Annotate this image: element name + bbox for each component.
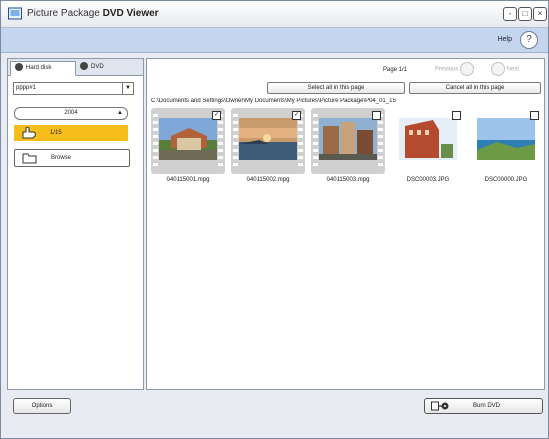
dvd-icon — [80, 62, 88, 71]
help-label: Help — [497, 36, 512, 43]
year-selector[interactable]: 2004 ▲ — [14, 107, 128, 120]
film-strip — [233, 114, 238, 168]
thumbnail-photo-4[interactable] — [391, 108, 465, 174]
previous-label: Previous — [435, 66, 459, 73]
thumbnail-video-1[interactable]: ✓ — [151, 108, 225, 174]
burn-dvd-button[interactable]: Burn DVD — [424, 398, 543, 414]
hard-disk-icon — [15, 63, 23, 72]
previous-arrow-icon — [460, 62, 475, 76]
previous-button[interactable]: Previous — [435, 62, 475, 76]
bottom-bar: Options Burn DVD — [1, 390, 548, 438]
window-title: Picture Package DVD Viewer — [27, 8, 159, 19]
thumbnail-video-2[interactable]: ✓ — [231, 108, 305, 174]
thumbnail-video-3[interactable] — [311, 108, 385, 174]
title-bold: DVD Viewer — [102, 8, 159, 19]
source-panel: Hard disk DVD pppp#1 ▼ 2004 ▲ 1/15 Brows… — [7, 58, 144, 390]
tab-hard-disk[interactable]: Hard disk — [10, 61, 76, 76]
chevron-down-icon: ▼ — [122, 83, 133, 94]
select-checkbox[interactable]: ✓ — [292, 111, 301, 120]
help-icon[interactable]: ? — [520, 31, 538, 49]
dvd-viewer-icon — [8, 7, 22, 20]
date-folder-label: 1/15 — [50, 130, 62, 136]
page-indicator: Page 1/1 — [383, 67, 408, 73]
source-tabs: Hard disk DVD — [8, 59, 143, 76]
tab-dvd[interactable]: DVD — [76, 61, 136, 74]
thumbnail-caption: 040115003.mpg — [326, 177, 370, 183]
next-label: Next — [506, 66, 520, 73]
select-checkbox[interactable] — [452, 111, 461, 120]
thumbnail-photo-5[interactable] — [469, 108, 543, 174]
burn-dvd-icon — [431, 401, 449, 411]
minimize-button[interactable]: - — [503, 7, 517, 21]
restore-button[interactable]: □ — [518, 7, 532, 21]
cancel-all-button[interactable]: Cancel all in this page — [409, 82, 541, 94]
chevron-up-icon: ▲ — [117, 110, 123, 116]
select-checkbox[interactable] — [372, 111, 381, 120]
video-thumbnail-image — [159, 118, 217, 160]
close-button[interactable]: × — [533, 7, 547, 21]
burn-dvd-label: Burn DVD — [473, 403, 501, 409]
thumbnail-panel: Page 1/1 Previous Next Select all in thi… — [146, 58, 545, 390]
video-thumbnail-image — [239, 118, 297, 160]
film-strip — [378, 114, 383, 168]
folder-select[interactable]: pppp#1 ▼ — [13, 82, 134, 95]
film-strip — [313, 114, 318, 168]
tab-hard-disk-label: Hard disk — [26, 65, 52, 71]
next-arrow-icon — [491, 62, 505, 76]
next-button[interactable]: Next — [491, 62, 519, 76]
select-all-button[interactable]: Select all in this page — [267, 82, 405, 94]
thumbnail-caption: DSC00000.JPG — [484, 177, 528, 183]
tab-dvd-label: DVD — [91, 64, 104, 70]
thumbnail-caption: 040115002.mpg — [246, 177, 290, 183]
thumbnail-caption: 040115001.mpg — [166, 177, 210, 183]
browse-label: Browse — [51, 155, 72, 161]
date-folder-item[interactable]: 1/15 — [14, 125, 128, 141]
film-strip — [153, 114, 158, 168]
select-checkbox[interactable]: ✓ — [212, 111, 221, 120]
year-label: 2004 — [64, 110, 78, 116]
header-banner: Help ? — [1, 28, 548, 53]
folder-icon — [22, 153, 37, 164]
browse-button[interactable]: Browse — [14, 149, 130, 167]
hand-pointer-icon — [22, 126, 36, 139]
folder-select-value: pppp#1 — [16, 85, 37, 91]
app-window: Picture Package DVD Viewer - □ × Help ? … — [0, 0, 549, 439]
photo-thumbnail-image — [477, 118, 535, 160]
video-thumbnail-image — [319, 118, 377, 160]
photo-thumbnail-image — [399, 118, 457, 160]
thumbnail-caption: DSC00003.JPG — [406, 177, 450, 183]
options-button[interactable]: Options — [13, 398, 71, 414]
film-strip — [218, 114, 223, 168]
folder-path: C:\Documents and Settings\Owner\My Docum… — [151, 98, 396, 104]
title-prefix: Picture Package — [27, 8, 103, 19]
film-strip — [298, 114, 303, 168]
title-bar: Picture Package DVD Viewer - □ × — [1, 1, 548, 28]
select-checkbox[interactable] — [530, 111, 539, 120]
